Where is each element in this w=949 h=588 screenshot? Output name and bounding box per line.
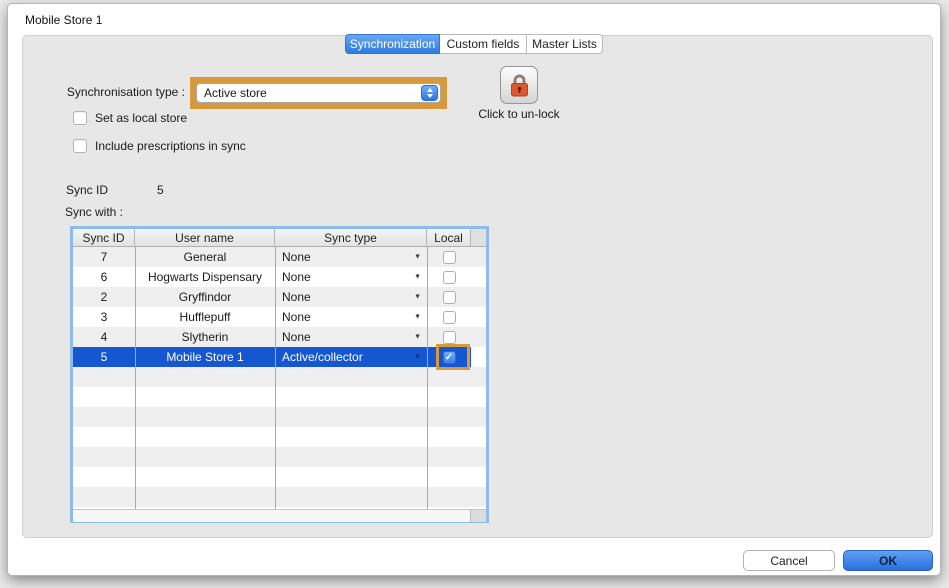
cell-user-name: Hufflepuff	[135, 307, 275, 327]
dropdown-arrow-icon: ▼	[414, 354, 421, 361]
cell-sync-type[interactable]: None▼	[275, 247, 427, 267]
resize-grip[interactable]	[470, 510, 486, 522]
tab-master-lists[interactable]: Master Lists	[527, 34, 603, 54]
local-checkbox[interactable]	[443, 331, 456, 344]
cell-sync-id: 7	[73, 247, 135, 267]
dropdown-arrow-icon: ▼	[414, 274, 421, 281]
header-local[interactable]: Local	[427, 229, 471, 246]
stepper-up-icon	[427, 88, 433, 92]
cell-sync-type[interactable]: None▼	[275, 267, 427, 287]
ok-button[interactable]: OK	[843, 550, 933, 571]
sync-with-label: Sync with :	[65, 205, 123, 219]
header-user-name[interactable]: User name	[135, 229, 275, 246]
cell-user-name: Mobile Store 1	[135, 347, 275, 367]
cell-sync-type[interactable]: None▼	[275, 287, 427, 307]
local-checkbox[interactable]	[443, 311, 456, 324]
cell-local	[427, 307, 471, 327]
local-checkbox-highlight	[436, 344, 470, 370]
row-spacer	[471, 247, 486, 267]
column-divider	[427, 247, 428, 509]
table-body: 7 General None▼ 6 Hogwarts Dispensary No…	[73, 247, 486, 509]
unlock-caption: Click to un-lock	[469, 107, 569, 121]
set-local-store-row: Set as local store	[73, 111, 187, 125]
cell-sync-id: 5	[73, 347, 135, 367]
row-spacer	[471, 307, 486, 327]
local-checkbox[interactable]	[443, 291, 456, 304]
cell-sync-type[interactable]: None▼	[275, 327, 427, 347]
lock-icon	[508, 73, 531, 98]
dropdown-arrow-icon: ▼	[414, 314, 421, 321]
tab-synchronization[interactable]: Synchronization	[345, 34, 440, 54]
window-title: Mobile Store 1	[25, 13, 102, 27]
cell-sync-id: 3	[73, 307, 135, 327]
sync-type-highlight: Active store	[190, 77, 447, 109]
set-local-store-label: Set as local store	[95, 111, 187, 125]
cell-sync-type[interactable]: Active/collector▼	[275, 347, 427, 367]
cell-user-name: Gryffindor	[135, 287, 275, 307]
row-spacer	[471, 267, 486, 287]
horizontal-scrollbar[interactable]	[73, 509, 486, 522]
column-divider	[275, 247, 276, 509]
cell-local: ✓	[427, 347, 471, 367]
table-header: Sync ID User name Sync type Local	[73, 229, 486, 247]
set-local-store-checkbox[interactable]	[73, 111, 87, 125]
cell-local	[427, 267, 471, 287]
cell-local	[427, 247, 471, 267]
row-spacer	[471, 347, 486, 367]
header-sync-id[interactable]: Sync ID	[73, 229, 135, 246]
cell-user-name: Slytherin	[135, 327, 275, 347]
tab-custom-fields[interactable]: Custom fields	[440, 34, 527, 54]
dialog-window: Mobile Store 1 Synchronization Custom fi…	[8, 4, 940, 575]
cell-sync-id: 6	[73, 267, 135, 287]
dropdown-arrow-icon: ▼	[414, 254, 421, 261]
sync-table: Sync ID User name Sync type Local 7 Gene…	[70, 226, 489, 523]
stepper-down-icon	[427, 94, 433, 98]
cell-sync-id: 2	[73, 287, 135, 307]
cancel-button[interactable]: Cancel	[743, 550, 835, 571]
include-prescriptions-label: Include prescriptions in sync	[95, 139, 246, 153]
tab-bar: Synchronization Custom fields Master Lis…	[345, 34, 603, 54]
local-checkbox[interactable]	[443, 271, 456, 284]
sync-id-label: Sync ID	[66, 183, 108, 197]
popup-stepper-icon	[421, 85, 438, 101]
sync-type-label: Synchronisation type :	[38, 85, 185, 99]
unlock-button[interactable]	[500, 66, 538, 104]
row-spacer	[471, 327, 486, 347]
sync-type-selected-value: Active store	[204, 86, 421, 100]
sync-type-select[interactable]: Active store	[196, 83, 441, 103]
include-prescriptions-checkbox[interactable]	[73, 139, 87, 153]
cell-sync-type[interactable]: None▼	[275, 307, 427, 327]
cell-local	[427, 287, 471, 307]
row-spacer	[471, 287, 486, 307]
cell-user-name: General	[135, 247, 275, 267]
sync-id-value: 5	[157, 183, 164, 197]
local-checkbox[interactable]	[443, 251, 456, 264]
cell-user-name: Hogwarts Dispensary	[135, 267, 275, 287]
header-sync-type[interactable]: Sync type	[275, 229, 427, 246]
dropdown-arrow-icon: ▼	[414, 294, 421, 301]
cell-sync-id: 4	[73, 327, 135, 347]
header-spacer	[471, 229, 486, 246]
dropdown-arrow-icon: ▼	[414, 334, 421, 341]
column-divider	[135, 247, 136, 509]
include-prescriptions-row: Include prescriptions in sync	[73, 139, 246, 153]
